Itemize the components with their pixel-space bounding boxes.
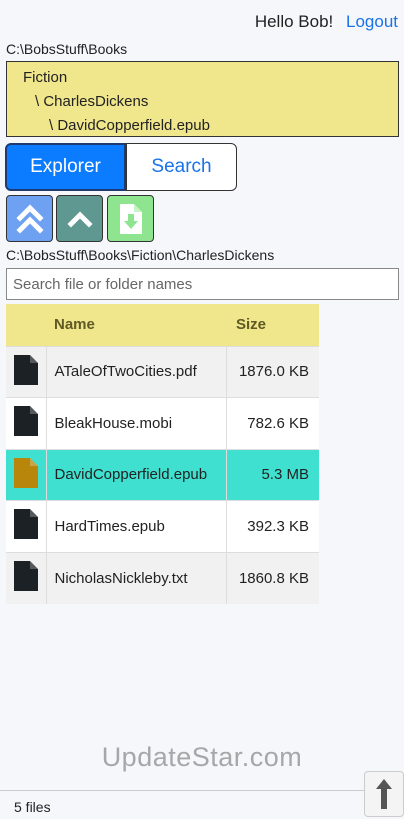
file-icon [13, 354, 38, 385]
file-icon [13, 406, 38, 437]
file-download-icon [119, 203, 142, 234]
file-name: HardTimes.epub [46, 500, 227, 552]
table-row[interactable]: BleakHouse.mobi 782.6 KB [6, 397, 319, 449]
chevron-up-icon [66, 210, 93, 228]
download-button[interactable] [107, 195, 154, 242]
file-icon-cell [6, 345, 47, 398]
table-row-selected[interactable]: DavidCopperfield.epub 5.3 MB [6, 448, 319, 501]
file-table: Name Size ATaleOfTwoCities.pdf 1876.0 KB… [6, 304, 319, 604]
file-name: BleakHouse.mobi [46, 397, 227, 449]
file-size: 392.3 KB [226, 500, 319, 552]
current-path: C:\BobsStuff\Books\Fiction\CharlesDicken… [6, 247, 275, 263]
file-icon [13, 457, 38, 488]
view-tabs: Explorer Search [5, 143, 237, 191]
go-root-button[interactable] [6, 195, 53, 242]
file-name: NicholasNickleby.txt [46, 551, 227, 604]
file-icon-cell [6, 448, 47, 501]
tree-node-davidcopperfield[interactable]: \ DavidCopperfield.epub [49, 117, 210, 134]
table-row[interactable]: HardTimes.epub 392.3 KB [6, 500, 319, 552]
watermark-logo: UpdateStar.com [101, 742, 303, 772]
file-icon-cell [6, 500, 47, 552]
column-header-size[interactable]: Size [226, 304, 319, 346]
file-name: ATaleOfTwoCities.pdf [46, 345, 227, 398]
file-icon-cell [6, 551, 47, 604]
column-header-name[interactable]: Name [46, 304, 226, 346]
file-size: 5.3 MB [226, 448, 319, 501]
double-chevron-up-icon [15, 203, 44, 234]
scroll-to-top-button[interactable] [364, 771, 404, 817]
table-header-row: Name Size [6, 304, 319, 346]
header-icon-cell [6, 304, 46, 346]
folder-tree: Fiction \ CharlesDickens \ DavidCopperfi… [6, 61, 399, 137]
file-icon-cell [6, 397, 47, 449]
file-size: 1860.8 KB [226, 551, 319, 604]
tab-explorer[interactable]: Explorer [5, 143, 126, 191]
root-path: C:\BobsStuff\Books [6, 41, 128, 57]
status-bar: 5 files [0, 790, 404, 819]
tab-search[interactable]: Search [126, 143, 237, 191]
file-size: 1876.0 KB [226, 345, 319, 398]
file-size: 782.6 KB [226, 397, 319, 449]
tree-node-charlesdickens[interactable]: \ CharlesDickens [35, 93, 148, 110]
file-name: DavidCopperfield.epub [46, 448, 227, 501]
search-input[interactable] [6, 268, 399, 300]
file-icon [13, 561, 38, 591]
greeting-text: Hello Bob! [254, 12, 334, 31]
file-count: 5 files [14, 799, 51, 815]
go-up-button[interactable] [56, 195, 103, 242]
table-row[interactable]: NicholasNickleby.txt 1860.8 KB [6, 551, 319, 604]
tree-node-fiction[interactable]: Fiction [23, 69, 67, 86]
logout-link[interactable]: Logout [346, 12, 398, 31]
table-row[interactable]: ATaleOfTwoCities.pdf 1876.0 KB [6, 345, 319, 398]
file-icon [13, 509, 38, 540]
header: Hello Bob! Logout [255, 12, 398, 32]
arrow-up-icon [376, 779, 392, 809]
